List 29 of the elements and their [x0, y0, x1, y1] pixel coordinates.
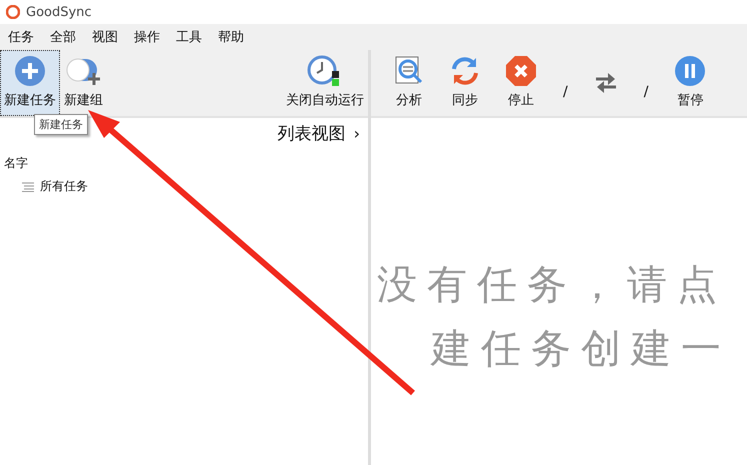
- empty-message-line: 建任务创建一: [430, 325, 732, 374]
- menu-item[interactable]: 任务: [8, 28, 34, 46]
- sync-icon: [449, 55, 481, 87]
- tree-item[interactable]: 所有任务: [40, 178, 88, 195]
- window-title: GoodSync: [26, 4, 92, 20]
- empty-message-line: 没有任务，请点: [376, 261, 728, 310]
- toolbar-button[interactable]: 分析: [389, 50, 429, 116]
- app-logo-icon: [6, 5, 20, 19]
- menu-item[interactable]: 视图: [92, 28, 118, 46]
- toolbar-button[interactable]: 新建任务: [0, 50, 60, 116]
- list-view-button[interactable]: 列表视图: [278, 122, 346, 145]
- menu-item[interactable]: 操作: [134, 28, 160, 46]
- toolbar-button[interactable]: 暂停: [670, 50, 710, 116]
- toolbar-button[interactable]: 同步: [445, 50, 485, 116]
- toolbar-button[interactable]: 关闭自动运行: [282, 50, 368, 116]
- pause-icon: [674, 55, 706, 87]
- separator-text: /: [644, 84, 648, 100]
- tooltip: 新建任务: [34, 114, 88, 135]
- menu-item[interactable]: 工具: [176, 28, 202, 46]
- column-header: 名字: [3, 155, 29, 172]
- swap-arrows-icon[interactable]: [594, 72, 618, 94]
- separator-text: /: [563, 84, 568, 100]
- menu-item[interactable]: 全部: [50, 28, 76, 46]
- menu-item[interactable]: 帮助: [218, 28, 244, 46]
- plus-icon: [14, 55, 46, 87]
- list-icon: [22, 182, 34, 192]
- toolbar-button[interactable]: 停止: [501, 50, 541, 116]
- stop-icon: [505, 55, 537, 87]
- chevron-icon[interactable]: ›: [354, 124, 360, 143]
